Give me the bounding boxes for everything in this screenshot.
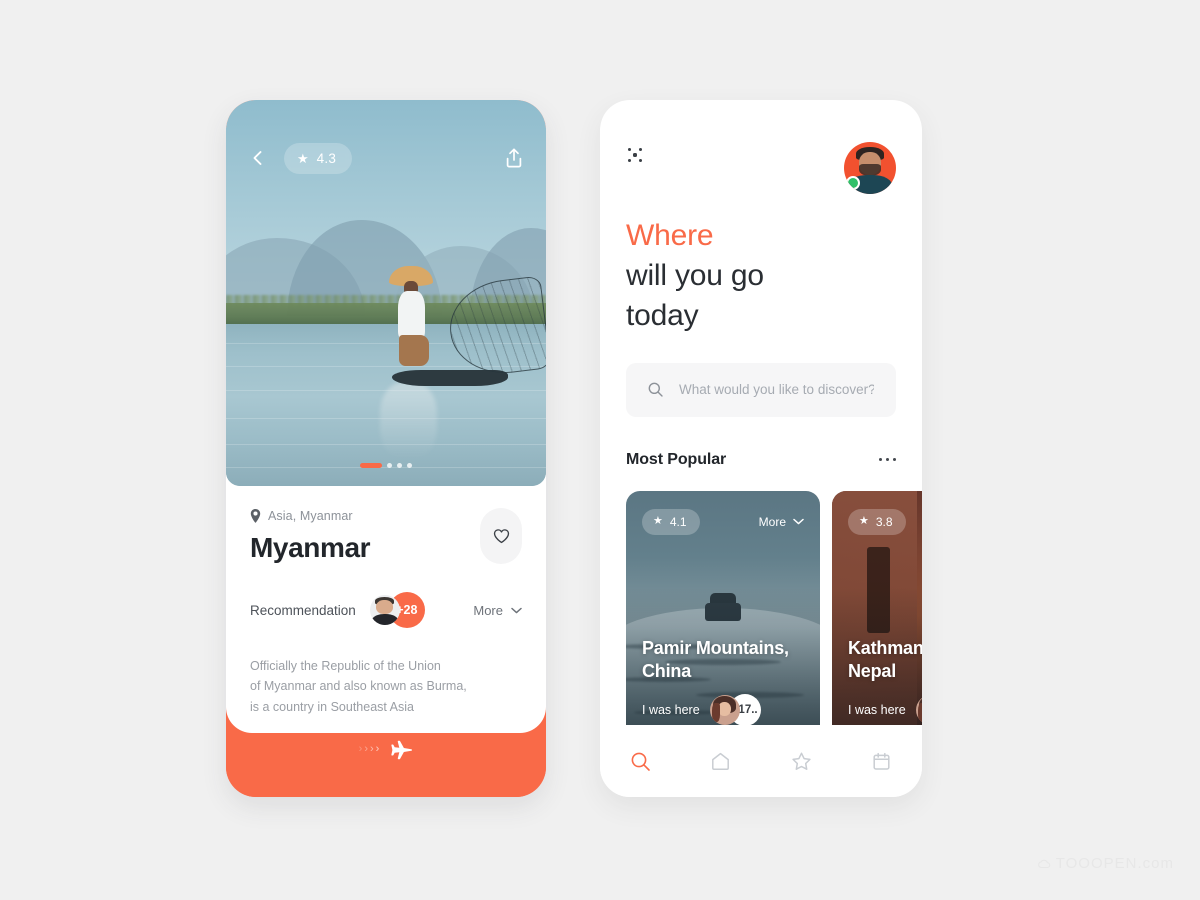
description-line: of Myanmar and also known as Burma,	[250, 679, 467, 694]
card-footer-label: I was here	[642, 702, 700, 717]
carousel-dot[interactable]	[407, 463, 412, 468]
nav-home[interactable]	[681, 725, 762, 797]
card-rating-badge[interactable]: ★ 3.8	[848, 508, 906, 535]
heart-icon	[493, 529, 509, 544]
card-more-button[interactable]: More	[759, 515, 804, 529]
card-toolbar: ★ 3.8 More	[832, 508, 922, 535]
card-title: Pamir Mountains, China	[642, 637, 810, 684]
detail-info: Asia, Myanmar Myanmar Recommendation +28	[226, 486, 546, 717]
phone-right: Where will you go today Most Popular	[600, 100, 922, 797]
hero-rating-value: 4.3	[316, 150, 337, 166]
card-title-line: China	[642, 661, 692, 682]
section-header: Most Popular	[600, 417, 922, 469]
carousel-dot[interactable]	[387, 463, 392, 468]
avatar[interactable]	[369, 595, 400, 625]
star-icon	[792, 752, 811, 770]
nav-search[interactable]	[600, 725, 681, 797]
phone-left: ★ 4.3 Asia, Myanmar Myanmar Recommendati…	[226, 100, 546, 797]
more-label: More	[473, 602, 503, 618]
home-header	[600, 100, 922, 194]
place-card-kathmandu[interactable]: ★ 3.8 More Kathmandu, Nepal I was he	[832, 490, 922, 746]
user-avatar[interactable]	[844, 142, 896, 194]
chevron-down-icon	[511, 607, 522, 613]
place-card-pamir[interactable]: ★ 4.1 More Pamir Mountains, China I was …	[626, 490, 820, 746]
nav-calendar[interactable]	[842, 725, 923, 797]
section-title: Most Popular	[626, 450, 727, 468]
favorite-button[interactable]	[480, 508, 522, 564]
card-title-line: Kathmandu,	[848, 637, 922, 658]
headline: Where will you go today	[600, 194, 922, 336]
card-footer-label: I was here	[848, 702, 906, 717]
calendar-icon	[873, 752, 890, 770]
cloud-logo-icon	[1037, 859, 1050, 868]
share-icon[interactable]	[504, 147, 524, 169]
card-rating-badge[interactable]: ★ 4.1	[642, 508, 700, 535]
headline-line-3: today	[626, 298, 699, 332]
card-title-line: Pamir Mountains,	[642, 637, 789, 658]
card-rating-value: 4.1	[669, 514, 687, 529]
card-rating-value: 3.8	[875, 514, 893, 529]
card-visitor-avatars[interactable]: +9..	[915, 694, 922, 726]
hero-rating-badge[interactable]: ★ 4.3	[284, 142, 353, 174]
popular-cards-carousel[interactable]: ★ 4.1 More Pamir Mountains, China I was …	[600, 469, 922, 746]
card-footer: I was here +17..	[642, 693, 761, 726]
home-icon	[712, 752, 730, 770]
search-icon	[648, 382, 663, 397]
description-line: Officially the Republic of the Union	[250, 659, 441, 673]
headline-line-1: Where	[626, 219, 714, 252]
star-icon: ★	[653, 515, 663, 528]
card-footer: I was here +9..	[848, 694, 922, 726]
boat	[392, 370, 508, 386]
carousel-dot-active[interactable]	[360, 463, 382, 468]
map-pin-icon	[250, 509, 261, 523]
card-visitor-avatars[interactable]: +17..	[709, 693, 761, 726]
avatar[interactable]	[915, 694, 922, 725]
hero-carousel-indicator[interactable]	[226, 463, 546, 468]
avatar[interactable]	[709, 694, 740, 725]
hero-toolbar: ★ 4.3	[226, 140, 546, 176]
recommendation-avatars[interactable]: +28	[369, 592, 425, 628]
watermark-text: TOOOPEN.com	[1055, 855, 1174, 872]
online-status-dot	[846, 176, 860, 190]
description-line: is a country in Southeast Asia	[250, 699, 414, 714]
star-icon: ★	[297, 150, 309, 166]
search-bar[interactable]	[626, 362, 896, 417]
search-input[interactable]	[679, 382, 874, 398]
canvas: ★ 4.3 Asia, Myanmar Myanmar Recommendati…	[0, 0, 1200, 900]
card-title: Kathmandu, Nepal	[848, 637, 922, 684]
headline-line-2: will you go	[626, 258, 764, 292]
recommendation-more-button[interactable]: More	[473, 603, 522, 618]
watermark: TOOOPEN.com	[1037, 855, 1174, 872]
recommendation-row: Recommendation +28 More	[250, 592, 522, 628]
star-icon: ★	[859, 515, 869, 528]
airplane-icon	[391, 740, 413, 759]
card-toolbar: ★ 4.1 More	[626, 508, 820, 535]
fisherman-figure	[380, 265, 450, 382]
water-reflection	[379, 381, 438, 459]
kebab-menu-icon[interactable]	[878, 452, 896, 467]
detail-sheet: ★ 4.3 Asia, Myanmar Myanmar Recommendati…	[226, 100, 546, 733]
dots-grid-icon[interactable]	[626, 146, 644, 164]
back-chevron-icon[interactable]	[248, 148, 268, 168]
description-text: Officially the Republic of the Union of …	[250, 656, 522, 717]
card-more-label: More	[758, 514, 786, 529]
card-title-line: Nepal	[848, 661, 897, 682]
search-icon	[631, 752, 650, 771]
chevron-down-icon	[793, 518, 804, 525]
carousel-dot[interactable]	[397, 463, 402, 468]
swipe-hint-chevrons: › › › ›	[358, 743, 380, 755]
nav-favorites[interactable]	[761, 725, 842, 797]
recommendation-label: Recommendation	[250, 602, 356, 618]
hero-photo: ★ 4.3	[226, 100, 546, 486]
location-text: Asia, Myanmar	[268, 509, 353, 523]
bottom-navigation	[600, 725, 922, 797]
